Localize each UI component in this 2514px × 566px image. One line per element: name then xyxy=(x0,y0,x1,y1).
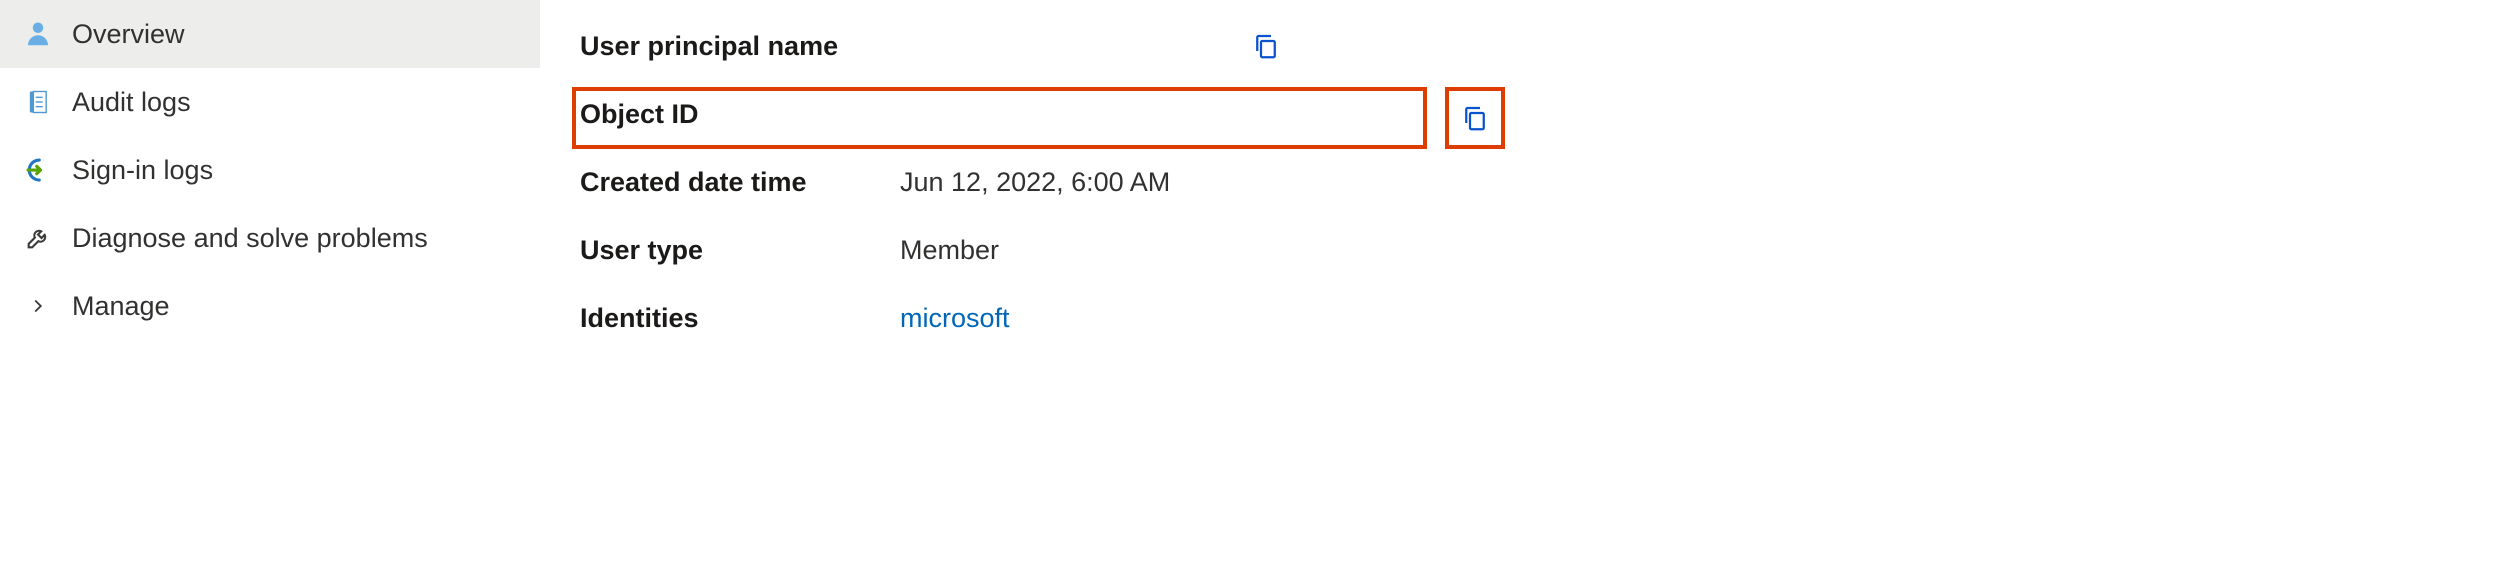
row-object-id: Object ID xyxy=(580,80,2474,148)
sidebar-item-signin-logs[interactable]: Sign-in logs xyxy=(0,136,540,204)
person-icon xyxy=(22,18,54,50)
copy-icon[interactable] xyxy=(1250,30,1282,62)
label-user-principal-name: User principal name xyxy=(580,31,900,62)
sidebar-item-label: Sign-in logs xyxy=(72,155,213,186)
sidebar-item-overview[interactable]: Overview xyxy=(0,0,540,68)
log-icon xyxy=(22,86,54,118)
row-user-principal-name: User principal name xyxy=(580,12,2474,80)
main-content: User principal name Object ID Created da… xyxy=(540,0,2514,566)
row-user-type: User type Member xyxy=(580,216,2474,284)
copy-icon[interactable] xyxy=(1459,102,1491,134)
chevron-right-icon xyxy=(22,290,54,322)
sidebar-item-label: Diagnose and solve problems xyxy=(72,223,428,254)
label-created-date-time: Created date time xyxy=(580,167,900,198)
sidebar-item-label: Manage xyxy=(72,291,170,322)
label-user-type: User type xyxy=(580,235,900,266)
value-created-date-time: Jun 12, 2022, 6:00 AM xyxy=(900,167,1170,198)
sidebar-item-label: Audit logs xyxy=(72,87,191,118)
label-object-id: Object ID xyxy=(580,99,900,130)
label-identities: Identities xyxy=(580,303,900,334)
signin-icon xyxy=(22,154,54,186)
row-identities: Identities microsoft xyxy=(580,284,2474,352)
wrench-icon xyxy=(22,222,54,254)
sidebar-item-audit-logs[interactable]: Audit logs xyxy=(0,68,540,136)
sidebar: Overview Audit logs Sign-in xyxy=(0,0,540,566)
value-identities[interactable]: microsoft xyxy=(900,303,1010,334)
row-created-date-time: Created date time Jun 12, 2022, 6:00 AM xyxy=(580,148,2474,216)
sidebar-item-manage[interactable]: Manage xyxy=(0,272,540,340)
value-user-type: Member xyxy=(900,235,999,266)
sidebar-item-label: Overview xyxy=(72,19,185,50)
sidebar-item-diagnose[interactable]: Diagnose and solve problems xyxy=(0,204,540,272)
